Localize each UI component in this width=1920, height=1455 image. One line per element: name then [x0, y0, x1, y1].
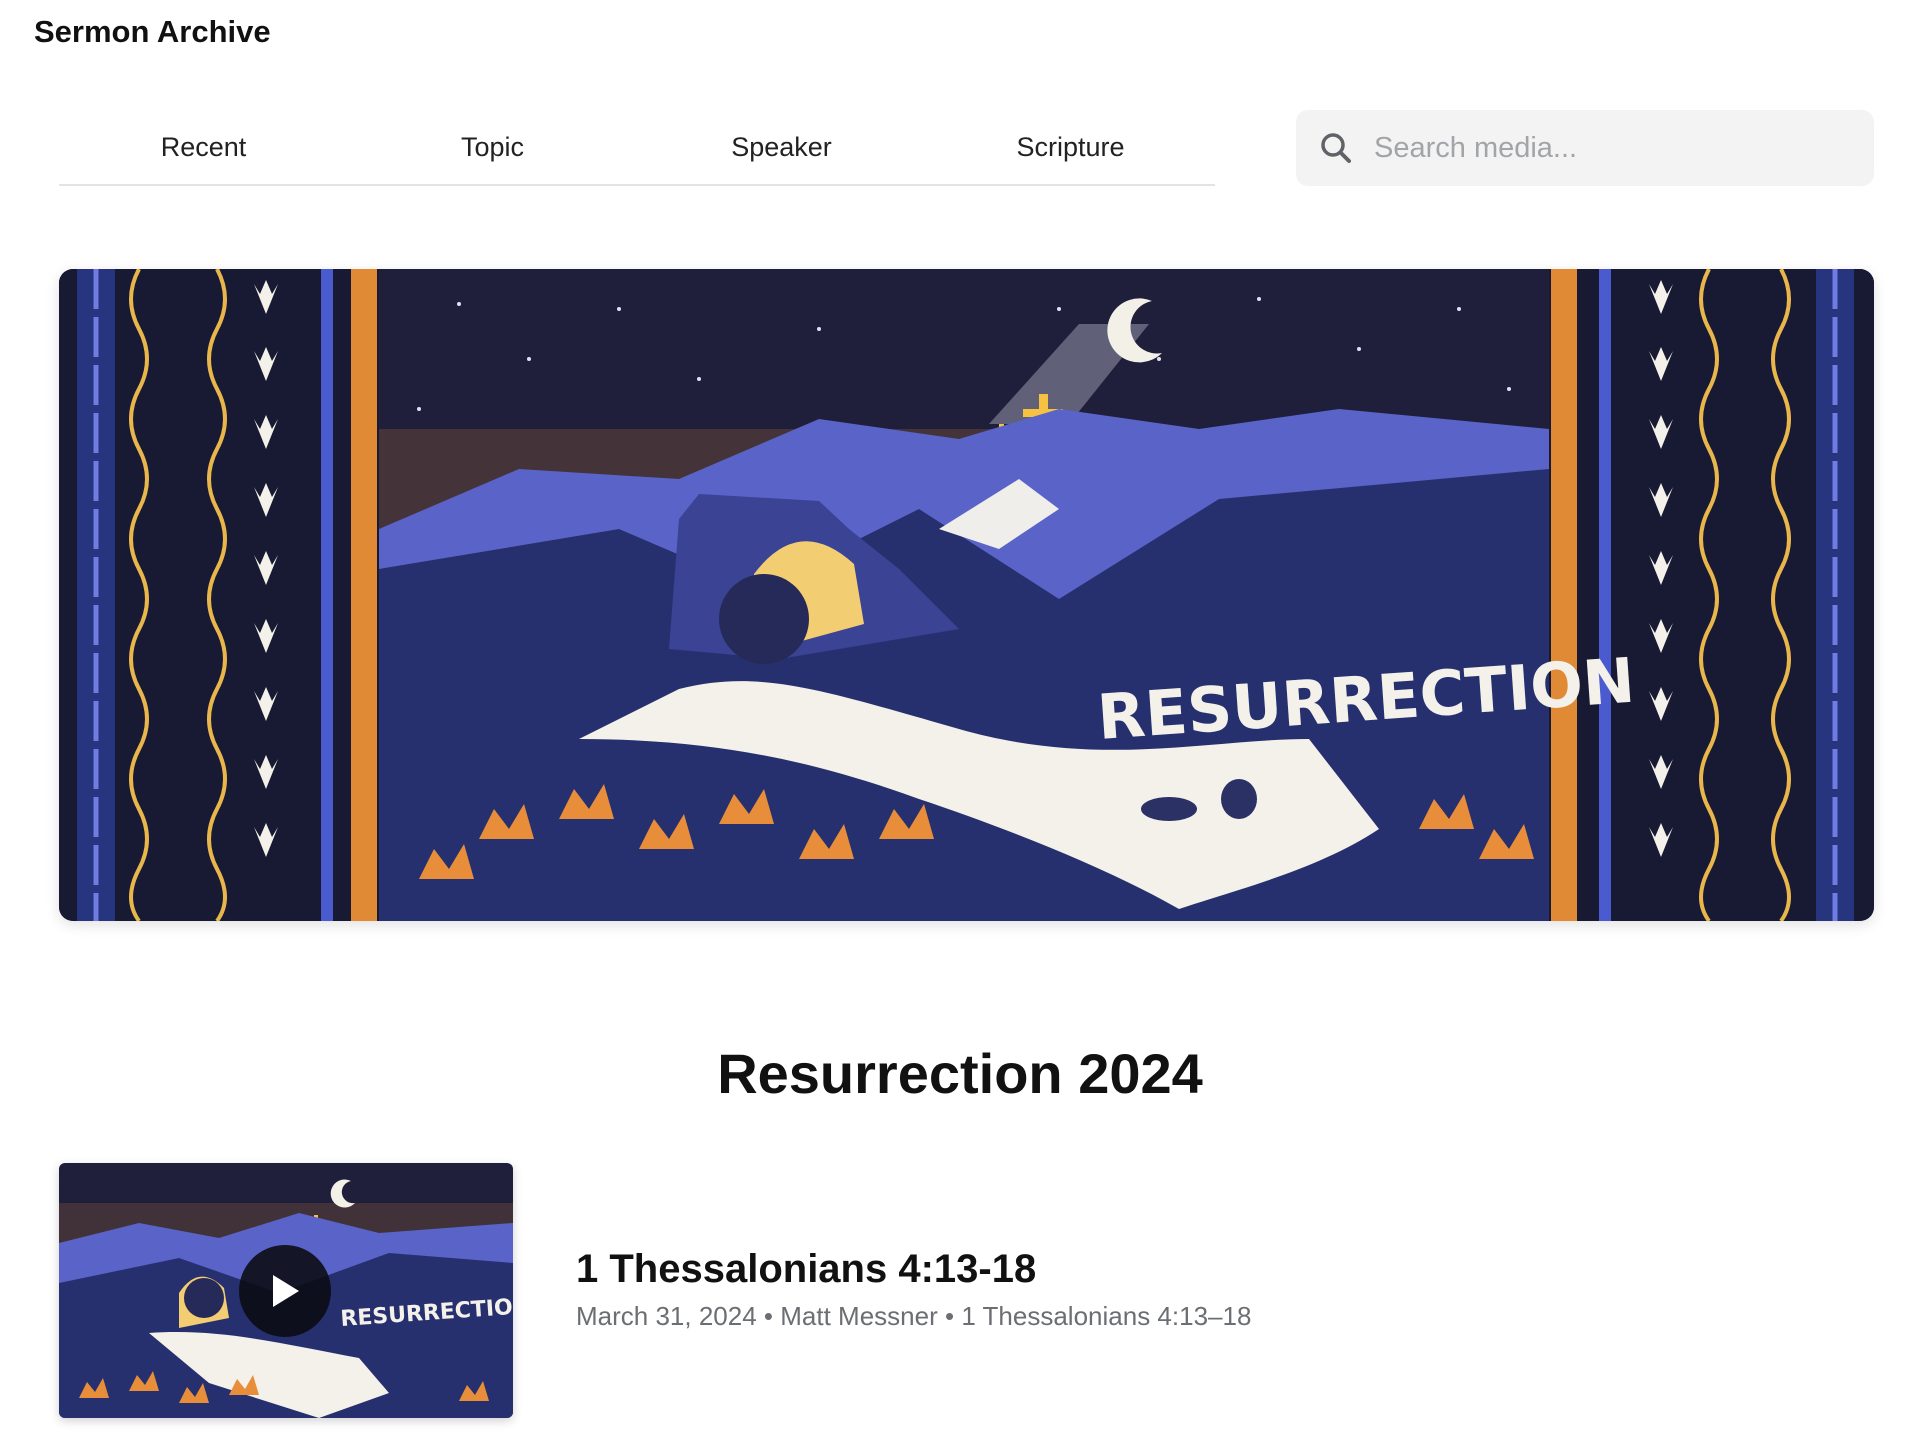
right-border-pattern — [1549, 269, 1874, 921]
app-title: Sermon Archive — [34, 14, 271, 49]
tab-topic[interactable]: Topic — [348, 110, 637, 184]
media-speaker[interactable]: Matt Messner — [780, 1301, 938, 1331]
media-date: March 31, 2024 — [576, 1301, 757, 1331]
media-meta: March 31, 2024 • Matt Messner • 1 Thessa… — [576, 1301, 1251, 1332]
search-box[interactable] — [1296, 110, 1874, 186]
search-input[interactable] — [1372, 130, 1836, 166]
media-title[interactable]: 1 Thessalonians 4:13-18 — [576, 1247, 1036, 1292]
tab-speaker[interactable]: Speaker — [637, 110, 926, 184]
resurrection-scene: RESURRECTION — [379, 269, 1637, 921]
series-banner-image: RESURRECTION — [59, 269, 1874, 921]
media-scripture[interactable]: 1 Thessalonians 4:13–18 — [961, 1301, 1251, 1331]
search-icon — [1321, 133, 1351, 163]
left-border-pattern — [59, 269, 379, 921]
tab-recent[interactable]: Recent — [59, 110, 348, 184]
media-thumbnail[interactable]: RESURRECTION — [59, 1163, 513, 1418]
series-title: Resurrection 2024 — [717, 1041, 1203, 1105]
meta-separator: • — [944, 1301, 955, 1331]
play-button[interactable] — [239, 1245, 331, 1337]
meta-separator: • — [763, 1301, 774, 1331]
play-icon — [273, 1275, 299, 1307]
tab-scripture[interactable]: Scripture — [926, 110, 1215, 184]
media-item[interactable]: RESURRECTION 1 Thessalonians 4:13-18 Mar… — [59, 1163, 1559, 1418]
category-tabs: Recent Topic Speaker Scripture — [59, 110, 1215, 186]
